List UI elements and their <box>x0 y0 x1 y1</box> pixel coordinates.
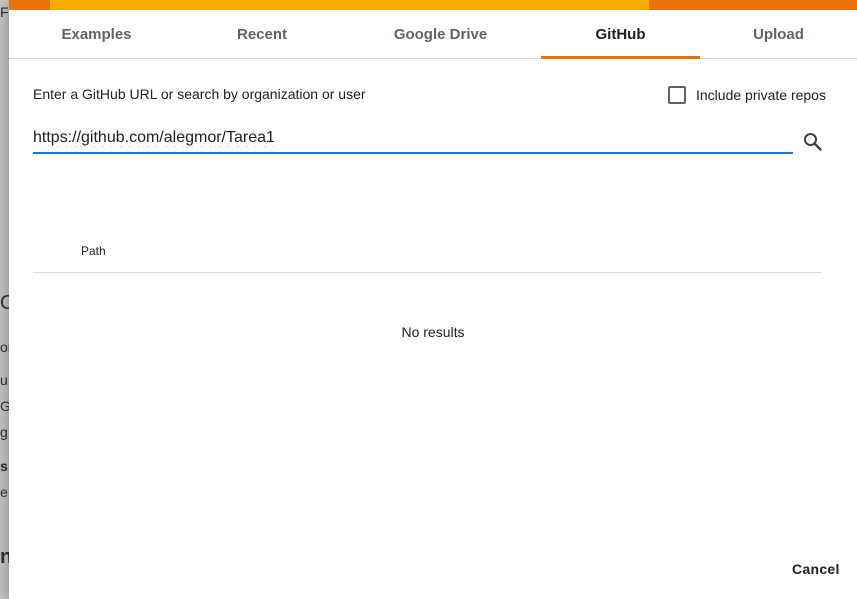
search-icon[interactable] <box>801 130 825 154</box>
github-search-prompt: Enter a GitHub URL or search by organiza… <box>33 86 366 102</box>
cancel-button[interactable]: Cancel <box>784 557 848 581</box>
results-table-header: Path <box>33 238 821 273</box>
tab-recent[interactable]: Recent <box>184 10 340 58</box>
dialog-accent-bar <box>9 0 857 10</box>
tab-google-drive[interactable]: Google Drive <box>340 10 541 58</box>
open-notebook-dialog: Examples Recent Google Drive GitHub Uplo… <box>9 0 857 599</box>
include-private-repos-label: Include private repos <box>696 87 826 103</box>
tab-label: GitHub <box>595 26 646 43</box>
tab-upload[interactable]: Upload <box>700 10 857 58</box>
dialog-tabs: Examples Recent Google Drive GitHub Uplo… <box>9 10 857 59</box>
github-url-field <box>33 124 793 154</box>
active-tab-indicator <box>541 56 700 59</box>
empty-results-message: No results <box>401 324 465 340</box>
github-url-input[interactable] <box>33 126 793 150</box>
column-header-path: Path <box>81 244 106 258</box>
tab-label: Recent <box>236 26 288 43</box>
tab-label: Upload <box>753 26 804 43</box>
tab-label: Google Drive <box>393 26 488 43</box>
tab-github[interactable]: GitHub <box>541 10 700 59</box>
include-private-repos-checkbox[interactable] <box>668 86 686 104</box>
tab-label: Examples <box>61 26 132 43</box>
tab-examples[interactable]: Examples <box>9 10 184 58</box>
